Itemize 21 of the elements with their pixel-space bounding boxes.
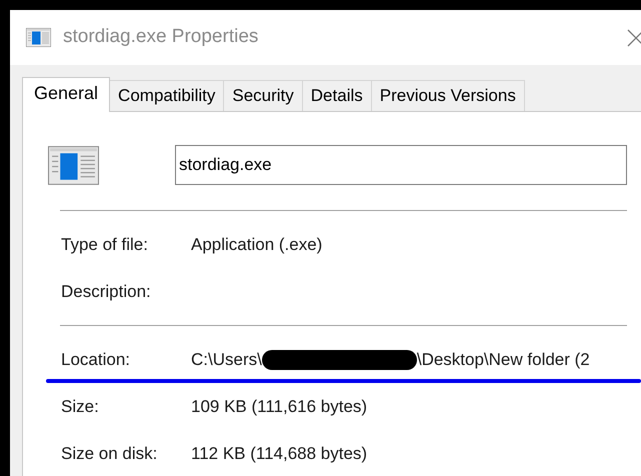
tab[interactable]: Previous Versions (372, 80, 525, 111)
file-name-field[interactable]: stordiag.exe (175, 145, 627, 185)
field-value: 112 KB (114,688 bytes) (191, 442, 368, 465)
tab[interactable]: Security (224, 80, 303, 111)
field-label: Type of file: (61, 234, 149, 256)
field-value: C:\Users\ (191, 348, 262, 371)
app-icon (26, 28, 51, 47)
field-label: Size: (61, 396, 100, 418)
field-value: \Desktop\New folder (2 (416, 348, 590, 371)
tab[interactable]: Compatibility (110, 80, 224, 111)
file-name-input[interactable]: stordiag.exe (179, 152, 623, 178)
field-label: Size on disk: (61, 442, 158, 465)
close-icon[interactable] (627, 28, 641, 46)
field-value: 109 KB (111,616 bytes) (191, 396, 368, 418)
field-label: Location: (61, 348, 131, 371)
field-label: Description: (61, 280, 152, 303)
tab[interactable]: General (22, 77, 110, 112)
window-title: stordiag.exe Properties (63, 25, 258, 50)
tab[interactable]: Details (302, 80, 372, 111)
field-value: Application (.exe) (191, 234, 322, 256)
file-icon (48, 146, 99, 184)
